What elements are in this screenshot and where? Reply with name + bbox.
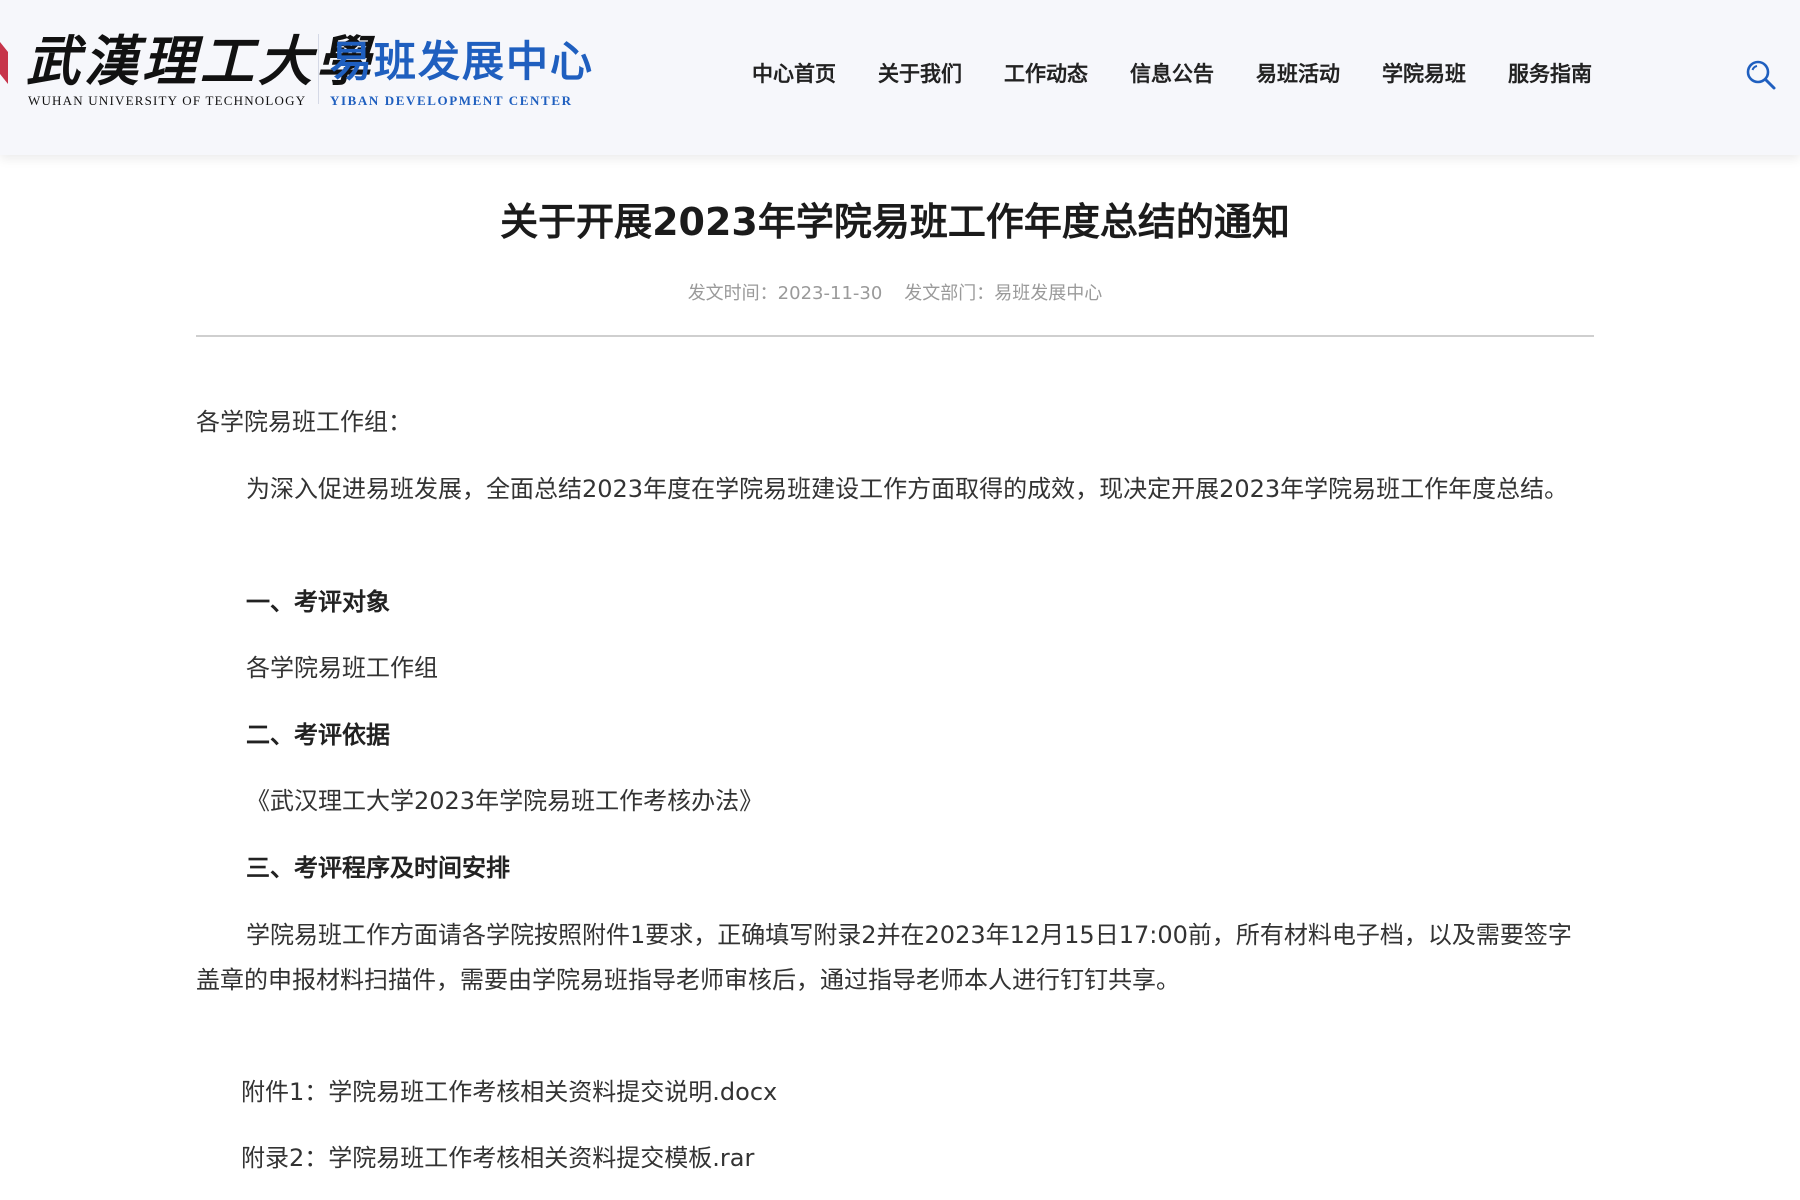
- nav-item-guide[interactable]: 服务指南: [1508, 56, 1592, 92]
- search-icon[interactable]: [1744, 58, 1778, 92]
- section-body: 学院易班工作方面请各学院按照附件1要求，正确填写附录2并在2023年12月15日…: [196, 921, 1572, 994]
- publish-department: 发文部门：易班发展中心: [904, 283, 1103, 304]
- section-heading: 三、考评程序及时间安排: [246, 854, 510, 882]
- publish-date: 发文时间：2023-11-30: [687, 283, 883, 304]
- brand-mark-icon: [0, 42, 8, 84]
- section-heading: 一、考评对象: [246, 588, 390, 616]
- intro-paragraph: 为深入促进易班发展，全面总结2023年度在学院易班建设工作方面取得的成效，现决定…: [246, 475, 1569, 503]
- title-divider: [196, 335, 1594, 337]
- section-body: 《武汉理工大学2023年学院易班工作考核办法》: [246, 787, 764, 815]
- nav-item-about[interactable]: 关于我们: [878, 56, 962, 92]
- nav-item-news[interactable]: 工作动态: [1004, 56, 1088, 92]
- attachment-link[interactable]: 附件1：学院易班工作考核相关资料提交说明.docx: [241, 1070, 777, 1115]
- university-logo-en: WUHAN UNIVERSITY OF TECHNOLOGY: [28, 93, 307, 108]
- attachment-link[interactable]: 附录2：学院易班工作考核相关资料提交模板.rar: [241, 1136, 754, 1181]
- article-meta: 发文时间：2023-11-30 发文部门：易班发展中心: [196, 279, 1594, 309]
- site-header: 武漢理工大學 WUHAN UNIVERSITY OF TECHNOLOGY 易班…: [0, 0, 1800, 155]
- salutation: 各学院易班工作组：: [196, 408, 412, 436]
- center-name-en: YIBAN DEVELOPMENT CENTER: [330, 93, 573, 108]
- nav-item-activities[interactable]: 易班活动: [1256, 56, 1340, 92]
- center-name[interactable]: 易班发展中心: [330, 34, 594, 90]
- main-nav: 中心首页 关于我们 工作动态 信息公告 易班活动 学院易班 服务指南: [752, 56, 1592, 92]
- university-logo[interactable]: 武漢理工大學: [26, 28, 374, 94]
- article-title: 关于开展2023年学院易班工作年度总结的通知: [500, 200, 1290, 244]
- section-heading: 二、考评依据: [246, 721, 390, 749]
- section-body: 各学院易班工作组: [246, 654, 438, 682]
- nav-item-home[interactable]: 中心首页: [752, 56, 836, 92]
- nav-item-colleges[interactable]: 学院易班: [1382, 56, 1466, 92]
- nav-item-notices[interactable]: 信息公告: [1130, 56, 1214, 92]
- logo-divider: [318, 34, 319, 104]
